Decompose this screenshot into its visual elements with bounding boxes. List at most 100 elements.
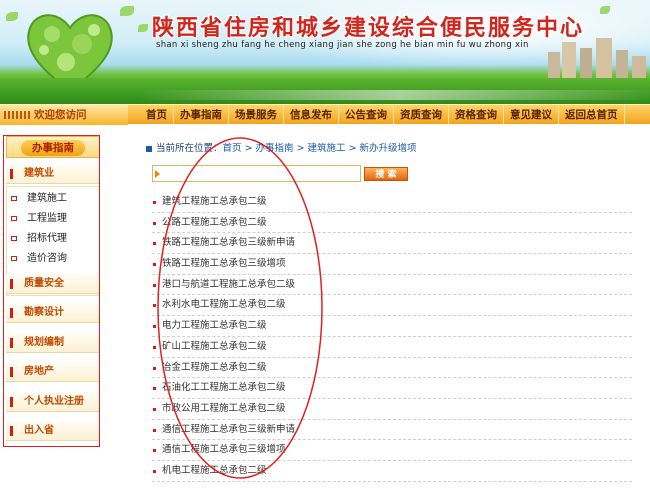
list-item[interactable]: 冶金工程施工总承包二级: [152, 358, 632, 379]
red-bar-icon: [10, 279, 13, 289]
sidebar-title: 办事指南: [21, 140, 85, 156]
sidebar-item-label: 个人执业注册: [24, 396, 84, 407]
search-box: [152, 165, 361, 182]
bullet-icon: [153, 428, 156, 432]
sidebar-item-cross-province[interactable]: 出入省: [6, 421, 100, 441]
checkbox-bullet-icon: [11, 256, 17, 261]
nav-item-home[interactable]: 首页: [140, 105, 174, 125]
decorative-bars-icon: [4, 111, 32, 119]
bullet-icon: [153, 304, 156, 308]
nav-item-back-home[interactable]: 返回总首页: [559, 105, 625, 125]
nav-item-certification-query[interactable]: 资格查询: [449, 105, 504, 125]
list-item-label: 通信工程施工总承包三级增项: [162, 444, 286, 456]
list-item[interactable]: 市政公用工程施工总承包二级: [152, 399, 632, 420]
sidebar-item-label: 质量安全: [24, 278, 64, 289]
list-item-label: 港口与航道工程施工总承包二级: [162, 278, 296, 290]
item-list: 建筑工程施工总承包二级 公路工程施工总承包二级 铁路工程施工总承包三级新申请 铁…: [152, 192, 632, 482]
leaf-icon: [138, 24, 148, 32]
sidebar-sub-item-building-construction[interactable]: 建筑施工: [7, 189, 101, 209]
bullet-icon: [153, 283, 156, 287]
red-bar-icon: [10, 169, 13, 179]
bullet-icon: [153, 387, 156, 391]
checkbox-bullet-icon: [11, 196, 17, 201]
nav-item-guide[interactable]: 办事指南: [174, 105, 229, 125]
banner-road: [138, 90, 650, 100]
list-item-label: 市政公用工程施工总承包二级: [162, 402, 286, 414]
welcome-label: 欢迎您访问: [0, 105, 128, 125]
sidebar-item-survey-design[interactable]: 勘察设计: [6, 303, 100, 323]
sidebar-sub-item-bidding-agency[interactable]: 招标代理: [7, 229, 101, 249]
list-item[interactable]: 建筑工程施工总承包二级: [152, 192, 632, 213]
red-bar-icon: [10, 367, 13, 377]
red-bar-icon: [10, 397, 13, 407]
leaf-icon: [6, 12, 18, 21]
site-pinyin: shan xi sheng zhu fang he cheng xiang ji…: [156, 40, 529, 50]
bullet-icon: [153, 221, 156, 225]
sidebar-item-planning[interactable]: 规划编制: [6, 333, 100, 353]
sidebar-item-personal-registration[interactable]: 个人执业注册: [6, 392, 100, 412]
checkbox-bullet-icon: [11, 216, 17, 221]
header-banner: 陕西省住房和城乡建设综合便民服务中心 shan xi sheng zhu fan…: [0, 0, 650, 104]
bullet-icon: [153, 366, 156, 370]
nav-item-scene-service[interactable]: 场景服务: [229, 105, 284, 125]
nav-item-notice-query[interactable]: 公告查询: [339, 105, 394, 125]
breadcrumb-label: 当前所在位置：: [156, 143, 223, 154]
sidebar-item-label: 房地产: [24, 366, 54, 377]
sidebar-item-real-estate[interactable]: 房地产: [6, 362, 100, 382]
list-item-label: 水利水电工程施工总承包二级: [162, 299, 286, 311]
nav-items: 首页 办事指南 场景服务 信息发布 公告查询 资质查询 资格查询 意见建议 返回…: [140, 105, 625, 125]
leaf-icon: [600, 6, 610, 14]
red-bar-icon: [10, 426, 13, 436]
list-item[interactable]: 通信工程施工总承包三级增项: [152, 440, 632, 461]
list-item[interactable]: 通信工程施工总承包三级新申请: [152, 420, 632, 441]
nav-item-info-release[interactable]: 信息发布: [284, 105, 339, 125]
list-item[interactable]: 石油化工工程施工总承包二级: [152, 378, 632, 399]
list-item-label: 矿山工程施工总承包二级: [162, 340, 267, 352]
list-item-label: 冶金工程施工总承包二级: [162, 361, 267, 373]
sidebar-sub-label: 工程监理: [27, 213, 67, 224]
bullet-icon: [153, 449, 156, 453]
breadcrumb-path[interactable]: 首页 > 办事指南 > 建筑施工 > 新办升级增项: [223, 143, 417, 154]
list-item[interactable]: 矿山工程施工总承包二级: [152, 337, 632, 358]
list-item[interactable]: 铁路工程施工总承包三级新申请: [152, 233, 632, 255]
welcome-text: 欢迎您访问: [34, 109, 87, 121]
bullet-icon: [153, 263, 156, 267]
search-button[interactable]: 搜 索: [364, 167, 408, 181]
bullet-icon: [153, 242, 156, 246]
sidebar-item-label: 勘察设计: [24, 307, 64, 318]
sidebar: 办事指南 建筑业 建筑施工 工程监理 招标代理 造价咨询 质量安全 勘察设计 规…: [6, 136, 100, 446]
site-title: 陕西省住房和城乡建设综合便民服务中心: [152, 15, 585, 41]
bullet-icon: [153, 407, 156, 411]
city-skyline-icon: [548, 38, 646, 80]
sidebar-item-quality-safety[interactable]: 质量安全: [6, 274, 100, 294]
sidebar-item-label: 出入省: [24, 425, 54, 436]
checkbox-bullet-icon: [11, 236, 17, 241]
search-input[interactable]: [163, 167, 358, 180]
list-item[interactable]: 水利水电工程施工总承包二级: [152, 295, 632, 317]
bullet-icon: [153, 469, 156, 473]
list-item[interactable]: 公路工程施工总承包二级: [152, 213, 632, 234]
bullet-icon: [153, 325, 156, 329]
list-item[interactable]: 电力工程施工总承包二级: [152, 316, 632, 337]
nav-item-feedback[interactable]: 意见建议: [504, 105, 559, 125]
sidebar-sub-item-cost-consulting[interactable]: 造价咨询: [7, 249, 101, 269]
list-item-label: 公路工程施工总承包二级: [162, 216, 267, 228]
leaf-icon: [120, 6, 134, 16]
sidebar-item-construction-industry[interactable]: 建筑业: [6, 164, 100, 184]
sidebar-header: 办事指南: [6, 136, 100, 158]
bullet-icon: [153, 201, 156, 204]
list-item[interactable]: 港口与航道工程施工总承包二级: [152, 275, 632, 296]
list-item-label: 铁路工程施工总承包三级新申请: [162, 237, 296, 249]
list-item[interactable]: 机电工程施工总承包二级: [152, 461, 632, 482]
red-bar-icon: [10, 308, 13, 318]
list-item-label: 机电工程施工总承包二级: [162, 464, 267, 476]
breadcrumb: 当前所在位置：首页 > 办事指南 > 建筑施工 > 新办升级增项: [146, 140, 417, 154]
sidebar-item-label: 建筑业: [24, 168, 54, 179]
sidebar-sub-item-supervision[interactable]: 工程监理: [7, 209, 101, 229]
nav-item-qualification-query[interactable]: 资质查询: [394, 105, 449, 125]
list-item[interactable]: 铁路工程施工总承包三级增项: [152, 254, 632, 275]
square-bullet-icon: [146, 145, 152, 152]
sidebar-sub-label: 造价咨询: [27, 253, 67, 264]
arrow-right-icon: [155, 170, 160, 178]
list-item-label: 电力工程施工总承包二级: [162, 320, 267, 332]
